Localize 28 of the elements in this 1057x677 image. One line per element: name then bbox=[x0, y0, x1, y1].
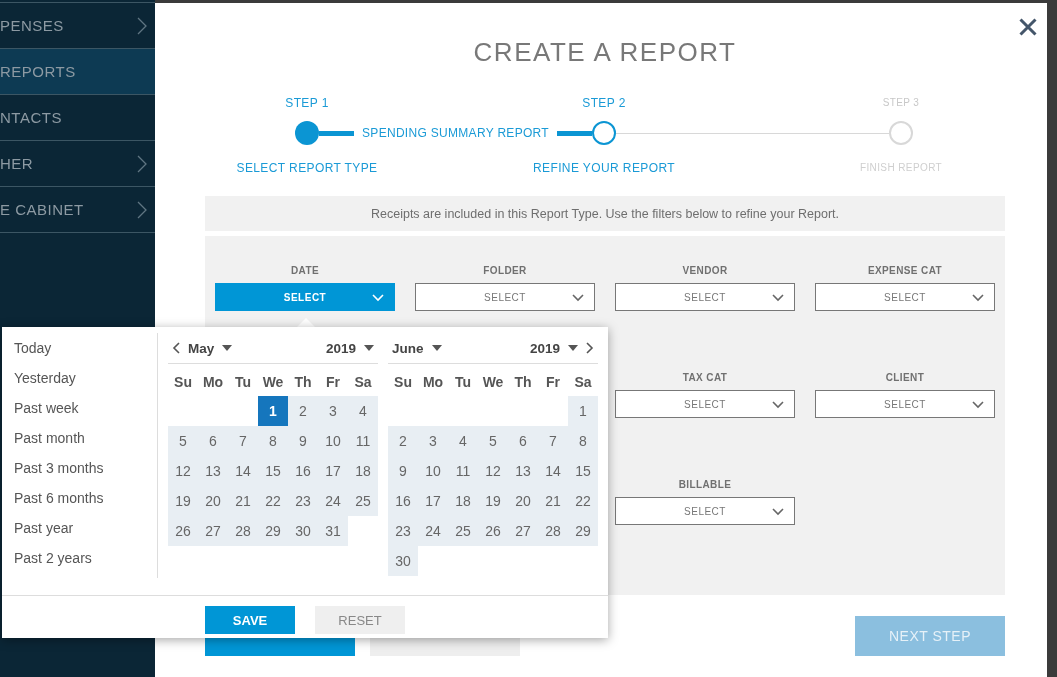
weekday-label: Sa bbox=[573, 374, 593, 390]
filter-label: DATE bbox=[290, 265, 320, 277]
step-label: STEP 1 bbox=[285, 95, 329, 111]
weekday-label: Fr bbox=[325, 374, 341, 390]
weekday-label: Th bbox=[293, 374, 313, 390]
weekday-label: Tu bbox=[233, 374, 253, 390]
weekday-label: Tu bbox=[453, 374, 473, 390]
step-label: STEP 2 bbox=[582, 95, 626, 111]
filter-label: VENDOR bbox=[682, 265, 728, 277]
step-caption: REFINE YOUR REPORT bbox=[532, 160, 676, 176]
weekday-label: Mo bbox=[201, 374, 225, 390]
filter-label: TAX CAT bbox=[682, 372, 728, 384]
info-banner: Receipts are included in this Report Type. Use the filters below to refine your Report. bbox=[205, 196, 1005, 231]
weekday-label: We bbox=[481, 374, 505, 390]
weekday-label: Th bbox=[513, 374, 533, 390]
filter-label: CLIENT bbox=[885, 372, 925, 384]
modal-title: CREATE A REPORT bbox=[472, 37, 738, 67]
weekday-label: Mo bbox=[421, 374, 445, 390]
filter-label: EXPENSE CAT bbox=[867, 265, 943, 277]
weekday-label: Fr bbox=[545, 374, 561, 390]
filter-label: FOLDER bbox=[483, 265, 527, 277]
step-caption: SELECT REPORT TYPE bbox=[236, 160, 378, 176]
weekday-label: Sa bbox=[353, 374, 373, 390]
weekday-label: Su bbox=[173, 374, 193, 390]
weekday-label: We bbox=[261, 374, 285, 390]
selected-report-type: SPENDING SUMMARY REPORT bbox=[361, 126, 550, 140]
weekday-label: Su bbox=[393, 374, 413, 390]
filter-label: BILLABLE bbox=[678, 479, 732, 491]
